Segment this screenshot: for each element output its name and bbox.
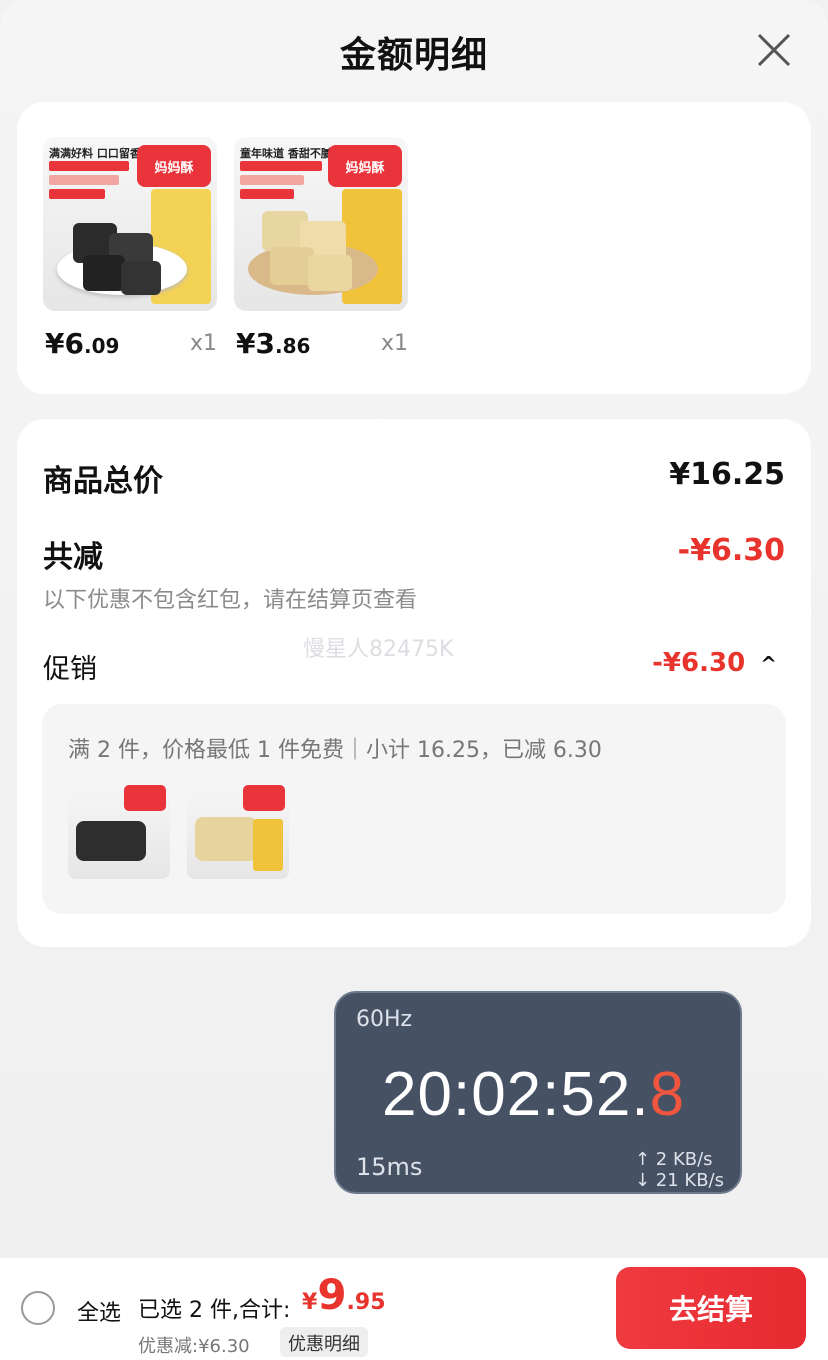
product-chip xyxy=(49,161,129,171)
discount-label: 共减 xyxy=(43,540,103,575)
product-tagline: 童年味道 香甜不腻 xyxy=(240,147,332,160)
promotion-detail-box: 满 2 件，价格最低 1 件免费｜小计 16.25，已减 6.30 xyxy=(42,704,786,914)
upload-speed: ↑ 2 KB/s xyxy=(634,1149,713,1170)
products-card: 满满好料 口口留香 妈妈酥 ¥6.09 x1 童年味道 香甜不腻 妈妈酥 ¥3.… xyxy=(17,102,811,394)
product-quantity: x1 xyxy=(380,331,408,356)
select-all-label[interactable]: 全选 xyxy=(77,1295,121,1327)
chevron-up-icon: ^ xyxy=(760,652,777,676)
product-tagline: 满满好料 口口留香 xyxy=(49,147,141,160)
promo-product-thumbnail[interactable] xyxy=(68,779,170,879)
promotion-label: 促销 xyxy=(43,654,97,685)
product-chip xyxy=(240,175,304,185)
savings-text: 优惠减:¥6.30 xyxy=(138,1336,250,1357)
sheet-title: 金额明细 xyxy=(339,35,488,76)
product-chip xyxy=(240,189,294,199)
selected-summary: 已选 2 件,合计: xyxy=(138,1298,291,1323)
select-all-checkbox[interactable] xyxy=(21,1291,55,1325)
product-price: ¥6.09 xyxy=(45,327,120,360)
promo-product-thumbnail[interactable] xyxy=(187,779,289,879)
price-summary-card: 商品总价 ¥16.25 共减 -¥6.30 以下优惠不包含红包，请在结算页查看 … xyxy=(17,419,811,947)
promotion-rule-text: 满 2 件，价格最低 1 件免费｜小计 16.25，已减 6.30 xyxy=(68,738,602,763)
product-image[interactable]: 童年味道 香甜不腻 妈妈酥 xyxy=(234,137,408,311)
candy-image xyxy=(76,821,146,861)
candy-piece xyxy=(83,255,125,291)
latency-readout: 15ms xyxy=(356,1153,423,1181)
download-speed: ↓ 21 KB/s xyxy=(634,1170,724,1191)
promotion-value: -¥6.30 xyxy=(652,648,746,678)
brand-logo: 妈妈酥 xyxy=(137,145,211,187)
total-price-label: 商品总价 xyxy=(43,464,163,499)
discount-value: -¥6.30 xyxy=(677,533,785,568)
product-chip xyxy=(240,161,322,171)
promotion-toggle[interactable]: -¥6.30 ^ xyxy=(652,648,777,678)
discount-note: 以下优惠不包含红包，请在结算页查看 xyxy=(43,588,418,613)
network-speed: ↑ 2 KB/s ↓ 21 KB/s xyxy=(635,1149,724,1191)
total-amount: ¥9.95 xyxy=(302,1270,386,1319)
product-chip xyxy=(49,175,119,185)
product-item[interactable]: 童年味道 香甜不腻 妈妈酥 ¥3.86 x1 xyxy=(234,137,408,360)
checkout-button[interactable]: 去结算 xyxy=(616,1267,806,1349)
candy-image xyxy=(195,817,257,861)
watermark-text: 慢星人82475K xyxy=(303,637,454,662)
product-price: ¥3.86 xyxy=(236,327,311,360)
clock-time: 20:02:52.8 xyxy=(382,1060,686,1129)
brand-logo-icon xyxy=(124,785,166,811)
brand-logo: 妈妈酥 xyxy=(328,145,402,187)
close-icon[interactable] xyxy=(754,30,794,70)
total-price-value: ¥16.25 xyxy=(669,457,785,492)
candy-piece xyxy=(308,255,352,291)
product-image[interactable]: 满满好料 口口留香 妈妈酥 xyxy=(43,137,217,311)
clock-overlay[interactable]: 60Hz 20:02:52.8 15ms ↑ 2 KB/s ↓ 21 KB/s xyxy=(334,991,742,1194)
candy-piece xyxy=(121,261,161,295)
refresh-rate: 60Hz xyxy=(356,1007,413,1032)
brand-logo-icon xyxy=(243,785,285,811)
discount-detail-button[interactable]: 优惠明细 xyxy=(280,1327,368,1357)
product-quantity: x1 xyxy=(189,331,217,356)
product-item[interactable]: 满满好料 口口留香 妈妈酥 ¥6.09 x1 xyxy=(43,137,217,360)
package-image xyxy=(253,819,283,871)
product-chip xyxy=(49,189,105,199)
checkout-bar: 全选 已选 2 件,合计: ¥9.95 优惠减:¥6.30 优惠明细 去结算 xyxy=(0,1258,828,1360)
